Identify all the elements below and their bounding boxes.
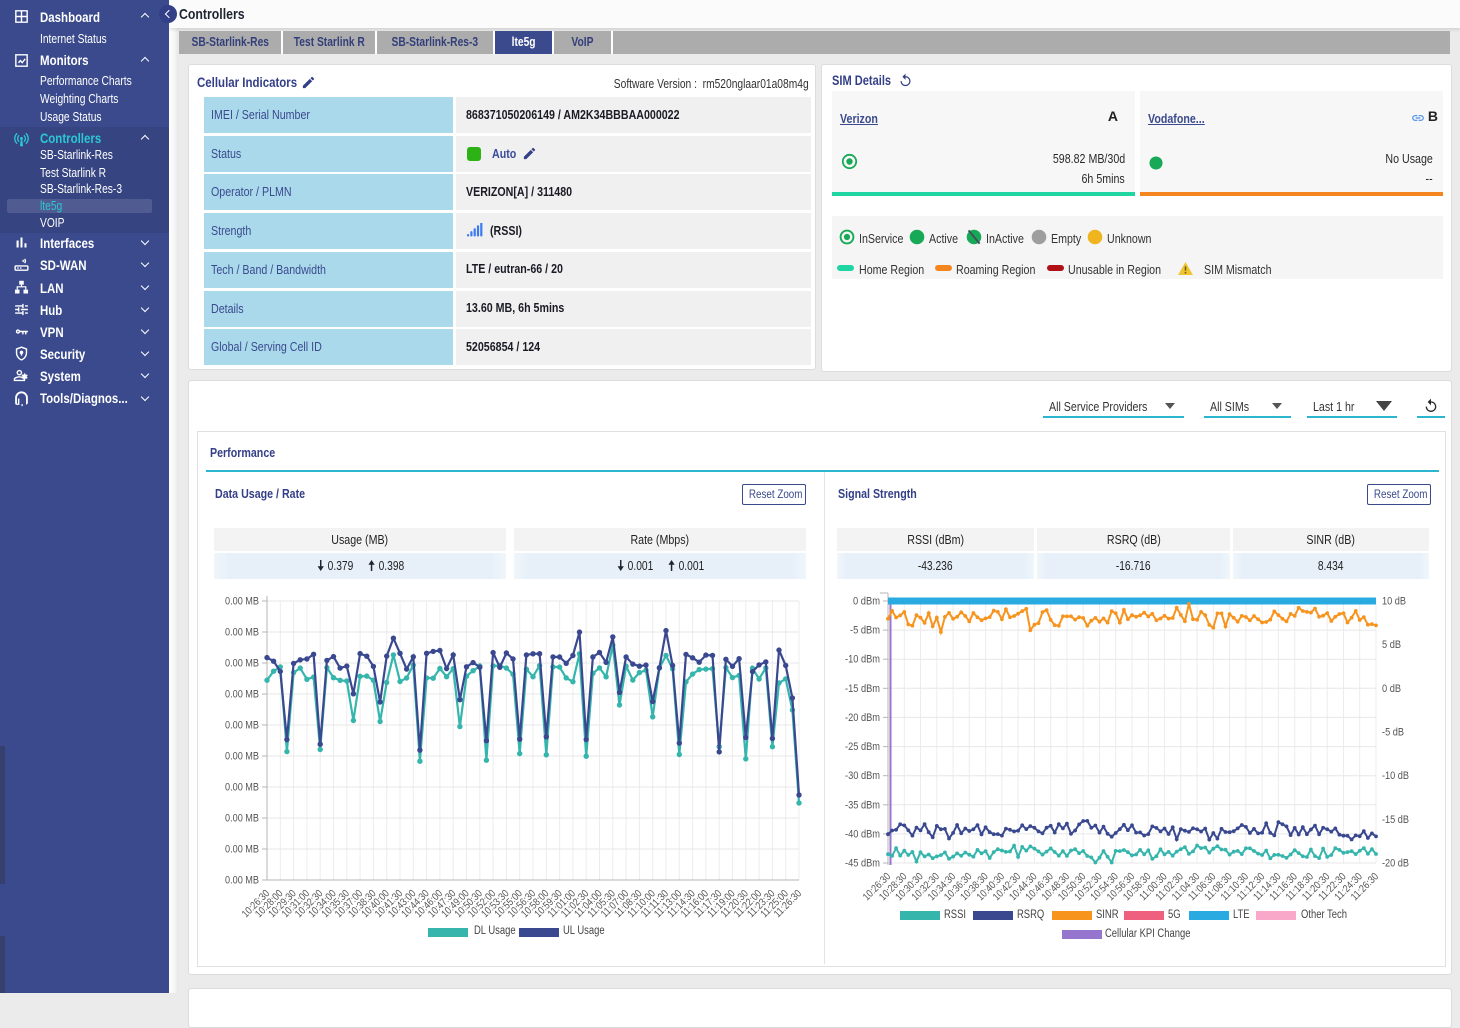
svg-text:0.00 MB: 0.00 MB xyxy=(225,813,259,825)
svg-text:-20 dBm: -20 dBm xyxy=(845,712,880,724)
svg-text:0.00 MB: 0.00 MB xyxy=(225,627,259,639)
svg-text:0.00 MB: 0.00 MB xyxy=(225,875,259,887)
svg-text:0.00 MB: 0.00 MB xyxy=(225,689,259,701)
svg-text:-5 dBm: -5 dBm xyxy=(850,625,880,637)
svg-text:0.00 MB: 0.00 MB xyxy=(225,844,259,856)
svg-text:-20 dB: -20 dB xyxy=(1382,858,1409,870)
svg-text:-25 dBm: -25 dBm xyxy=(845,741,880,753)
svg-text:0 dB: 0 dB xyxy=(1382,683,1401,695)
svg-text:-10 dBm: -10 dBm xyxy=(845,654,880,666)
svg-text:0.00 MB: 0.00 MB xyxy=(225,596,259,608)
svg-text:0 dBm: 0 dBm xyxy=(853,596,880,608)
svg-text:0.00 MB: 0.00 MB xyxy=(225,720,259,732)
svg-text:0.00 MB: 0.00 MB xyxy=(225,782,259,794)
svg-text:5 dB: 5 dB xyxy=(1382,639,1401,651)
svg-text:-45 dBm: -45 dBm xyxy=(845,858,880,870)
svg-text:-35 dBm: -35 dBm xyxy=(845,799,880,811)
svg-text:-10 dB: -10 dB xyxy=(1382,770,1409,782)
svg-text:-15 dB: -15 dB xyxy=(1382,814,1409,826)
svg-text:0.00 MB: 0.00 MB xyxy=(225,751,259,763)
svg-text:-40 dBm: -40 dBm xyxy=(845,828,880,840)
svg-text:0.00 MB: 0.00 MB xyxy=(225,658,259,670)
svg-text:-15 dBm: -15 dBm xyxy=(845,683,880,695)
svg-text:-30 dBm: -30 dBm xyxy=(845,770,880,782)
svg-text:-5 dB: -5 dB xyxy=(1382,727,1404,739)
svg-text:10 dB: 10 dB xyxy=(1382,596,1406,608)
